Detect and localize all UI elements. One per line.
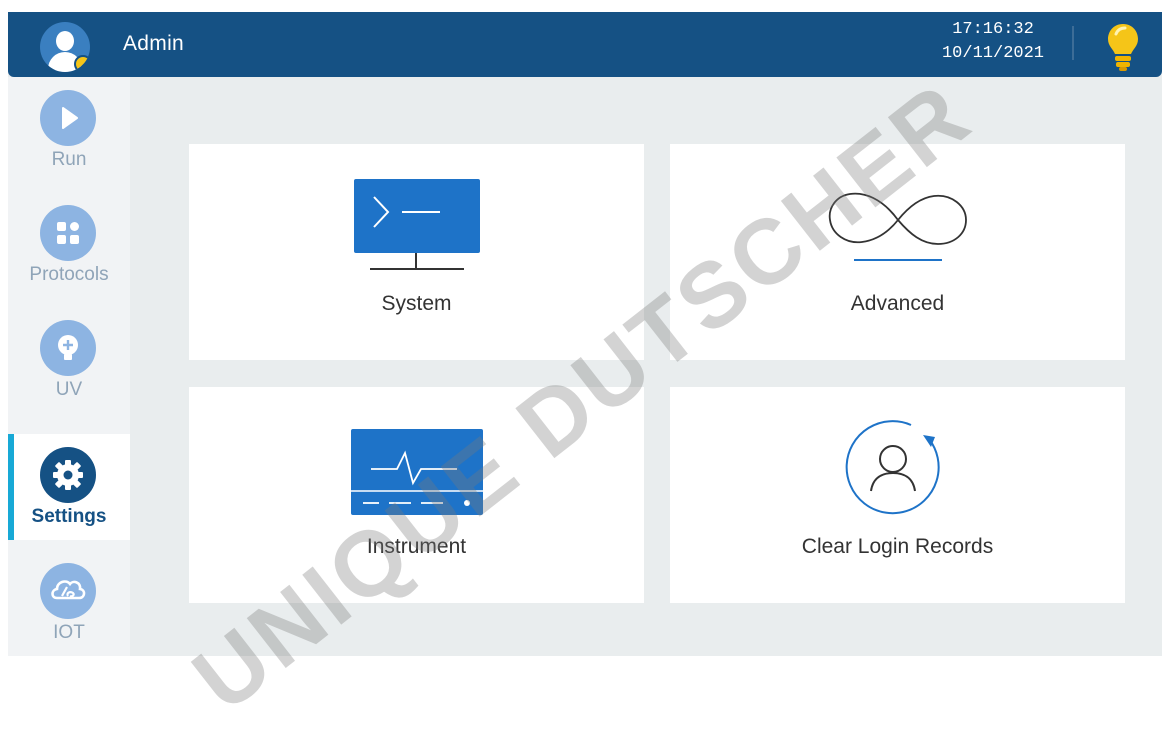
sidebar-item-label: Protocols	[29, 264, 109, 285]
instrument-waveform-icon	[351, 429, 483, 515]
cloud-iot-icon	[40, 563, 96, 619]
grid-icon	[40, 205, 96, 261]
sidebar-item-iot[interactable]: IOT	[8, 550, 130, 656]
card-label: Instrument	[366, 535, 467, 558]
user-reset-icon	[845, 420, 940, 515]
header-divider	[1072, 26, 1074, 60]
app-screen: Admin 17:16:32 10/11/2021 Run Protocols …	[8, 12, 1162, 656]
gear-icon	[40, 447, 96, 503]
sidebar-item-protocols[interactable]: Protocols	[8, 192, 130, 298]
sidebar-item-run[interactable]: Run	[8, 77, 130, 183]
clock-date: 10/11/2021	[941, 44, 1045, 63]
user-name: Admin	[123, 32, 185, 55]
caption-strip	[0, 0, 1162, 12]
card-label: Clear Login Records	[801, 535, 994, 558]
sidebar-item-label: Run	[51, 149, 87, 170]
sidebar-item-label: Settings	[31, 506, 107, 527]
advanced-card[interactable]: Advanced	[670, 144, 1125, 360]
top-bar: Admin 17:16:32 10/11/2021	[8, 12, 1162, 77]
card-label: System	[381, 292, 452, 315]
sidebar: Run Protocols UV Settings IOT	[8, 77, 130, 656]
sidebar-item-label: UV	[55, 379, 83, 400]
play-icon	[40, 90, 96, 146]
terminal-monitor-icon	[354, 179, 480, 270]
sidebar-item-settings[interactable]: Settings	[8, 434, 130, 540]
uv-bulb-icon	[40, 320, 96, 376]
user-avatar-icon[interactable]	[40, 22, 90, 72]
card-label: Advanced	[850, 292, 945, 315]
infinity-icon	[828, 192, 967, 261]
clear-login-records-card[interactable]: Clear Login Records	[670, 387, 1125, 603]
clock-time: 17:16:32	[952, 20, 1034, 39]
instrument-card[interactable]: Instrument	[189, 387, 644, 603]
sidebar-item-label: IOT	[53, 622, 85, 643]
clock: 17:16:32 10/11/2021	[928, 18, 1058, 66]
sidebar-item-uv[interactable]: UV	[8, 307, 130, 413]
system-card[interactable]: System	[189, 144, 644, 360]
lightbulb-icon[interactable]	[1106, 22, 1140, 72]
